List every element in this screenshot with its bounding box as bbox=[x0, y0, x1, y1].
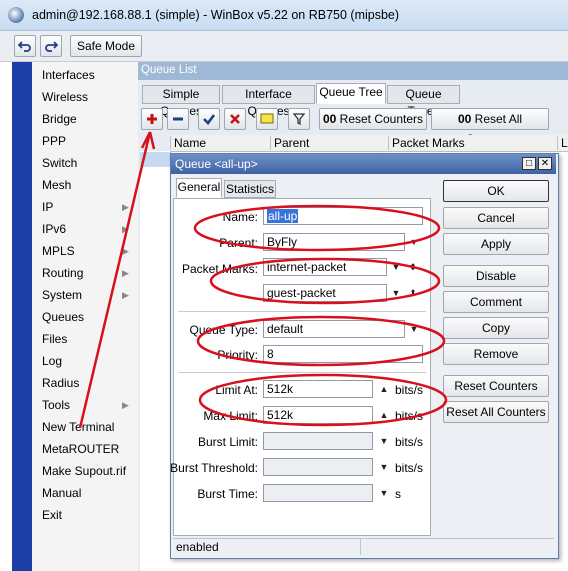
annotation-ellipse-type-priority bbox=[196, 315, 446, 367]
annotation-ellipse-limits bbox=[198, 373, 448, 427]
annotation-arrow bbox=[78, 131, 152, 429]
annotation-ellipse-packet-marks bbox=[209, 257, 441, 305]
annotation-overlay bbox=[78, 131, 448, 429]
annotation-ellipse-name-parent bbox=[193, 204, 441, 252]
